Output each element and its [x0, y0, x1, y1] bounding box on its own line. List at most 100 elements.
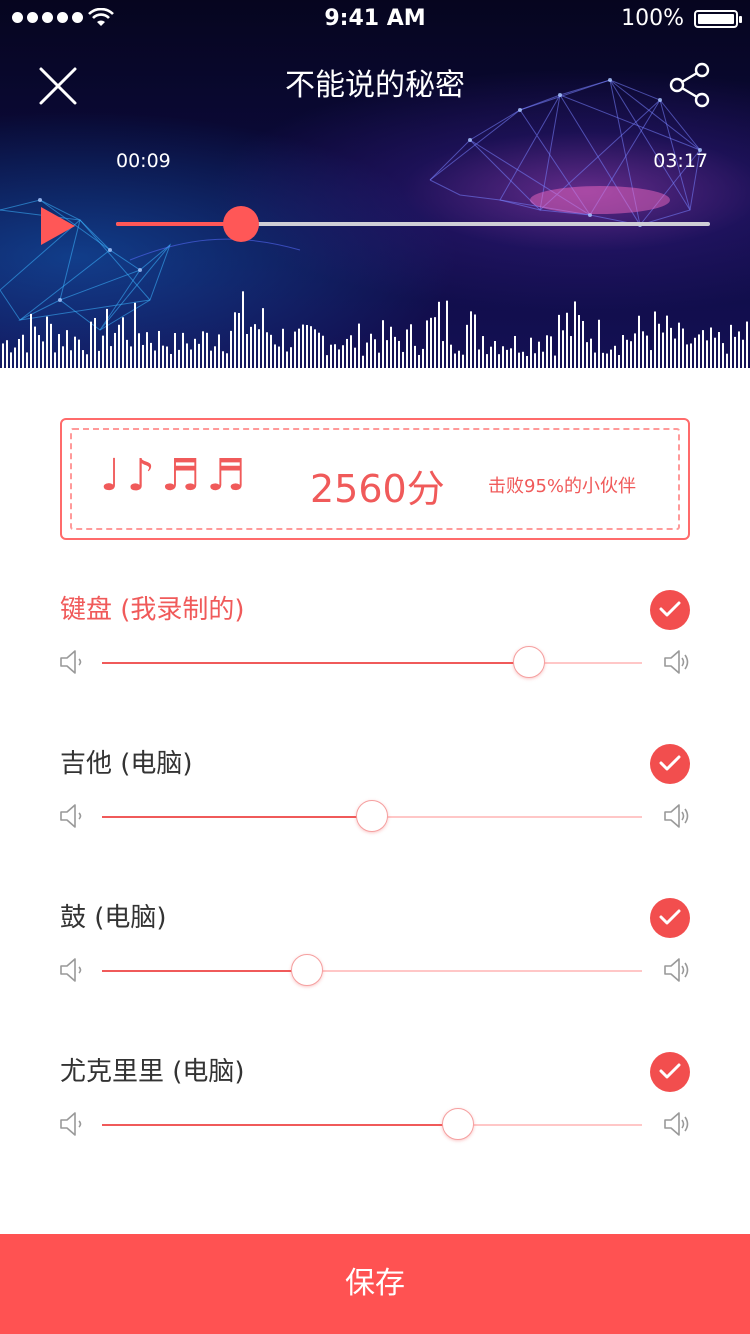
waveform-bar [166, 346, 168, 368]
waveform-bar [22, 334, 24, 368]
waveform-bar [730, 324, 732, 368]
slider-thumb[interactable] [356, 800, 388, 832]
waveform-bar [198, 343, 200, 368]
waveform-bar [734, 336, 736, 368]
waveform-bar [506, 349, 508, 368]
waveform-bar [458, 350, 460, 368]
waveform-bar [674, 338, 676, 368]
waveform-bar [646, 335, 648, 368]
check-icon [659, 909, 681, 925]
play-icon[interactable] [38, 204, 78, 248]
slider-thumb[interactable] [291, 954, 324, 986]
player-header: 9:41 AM 100% 不能说的秘密 00:09 03:17 [0, 0, 750, 368]
waveform-bar [658, 323, 660, 368]
track-check-toggle[interactable] [650, 898, 690, 938]
waveform-bar [246, 333, 248, 368]
share-icon[interactable] [668, 62, 712, 108]
total-time: 03:17 [653, 150, 708, 172]
battery-percent: 100% [621, 6, 684, 31]
volume-high-icon [664, 958, 689, 982]
music-notes-icon: ♩♪♬♬ [100, 450, 252, 501]
current-time: 00:09 [116, 150, 171, 172]
waveform-bar [634, 333, 636, 368]
waveform-bar [386, 340, 388, 368]
volume-slider[interactable] [102, 800, 642, 832]
waveform-bar [250, 326, 252, 368]
waveform-bar [590, 338, 592, 368]
waveform-bar [318, 332, 320, 368]
waveform-bar [326, 355, 328, 368]
waveform-bar [462, 354, 464, 368]
check-icon [659, 755, 681, 771]
waveform-bar [630, 341, 632, 368]
waveform-bar [158, 330, 160, 368]
waveform-bar [110, 346, 112, 368]
waveform-bar [550, 336, 552, 368]
waveform-bar [130, 346, 132, 368]
waveform-bar [322, 335, 324, 368]
waveform-bar [6, 340, 8, 368]
save-button[interactable]: 保存 [0, 1234, 750, 1334]
waveform-bar [258, 329, 260, 368]
waveform-bar [182, 332, 184, 368]
waveform-bar [418, 354, 420, 368]
waveform-bar [698, 334, 700, 368]
waveform-bar [742, 339, 744, 368]
volume-slider[interactable] [102, 1108, 642, 1140]
waveform-bar [126, 339, 128, 368]
volume-slider[interactable] [102, 646, 642, 678]
waveform-bar [102, 335, 104, 368]
progress-bar[interactable] [116, 206, 710, 242]
waveform-bar [66, 330, 68, 368]
waveform-bar [10, 352, 12, 368]
waveform-bar [602, 352, 604, 368]
volume-low-icon [60, 1112, 82, 1136]
waveform-bar [202, 331, 204, 368]
waveform-bar [310, 326, 312, 368]
waveform-bar [722, 343, 724, 368]
waveform-bar [146, 332, 148, 368]
waveform-bar [606, 353, 608, 368]
waveform-bar [406, 329, 408, 368]
waveform-bar [294, 331, 296, 368]
waveform-bar [442, 341, 444, 368]
waveform-bar [346, 338, 348, 368]
slider-thumb[interactable] [512, 646, 545, 678]
volume-low-icon [60, 650, 82, 674]
track-check-toggle[interactable] [650, 590, 690, 630]
track-name: 键盘 (我录制的) [60, 595, 245, 625]
waveform-bar [654, 311, 656, 368]
waveform-bar [270, 334, 272, 368]
volume-slider[interactable] [102, 954, 642, 986]
slider-thumb[interactable] [442, 1108, 475, 1140]
waveform-bar [546, 335, 548, 368]
waveform-bar [350, 335, 352, 368]
waveform-bar [450, 344, 452, 368]
waveform-bar [514, 335, 516, 368]
waveform-bar [554, 355, 556, 368]
waveform-bar [362, 355, 364, 368]
waveform-bar [534, 353, 536, 368]
progress-thumb[interactable] [222, 206, 259, 242]
waveform-bar [670, 327, 672, 368]
waveform-bar [710, 327, 712, 368]
waveform-bar [454, 353, 456, 368]
waveform-bar [38, 335, 40, 368]
slider-fill [102, 1124, 459, 1126]
track-check-toggle[interactable] [650, 1052, 690, 1092]
track-check-toggle[interactable] [650, 744, 690, 784]
track-name: 尤克里里 (电脑) [60, 1057, 245, 1087]
waveform-bar [490, 346, 492, 368]
waveform-bar [494, 341, 496, 368]
waveform-bar [666, 315, 668, 368]
waveform-bar [558, 314, 560, 368]
waveform-bar [378, 352, 380, 368]
waveform-bar [70, 350, 72, 368]
waveform-bar [30, 313, 32, 368]
volume-high-icon [664, 650, 689, 674]
slider-fill [102, 662, 529, 664]
waveform-bar [214, 346, 216, 368]
waveform [2, 291, 748, 368]
waveform-bar [150, 342, 152, 368]
waveform-bar [118, 324, 120, 368]
